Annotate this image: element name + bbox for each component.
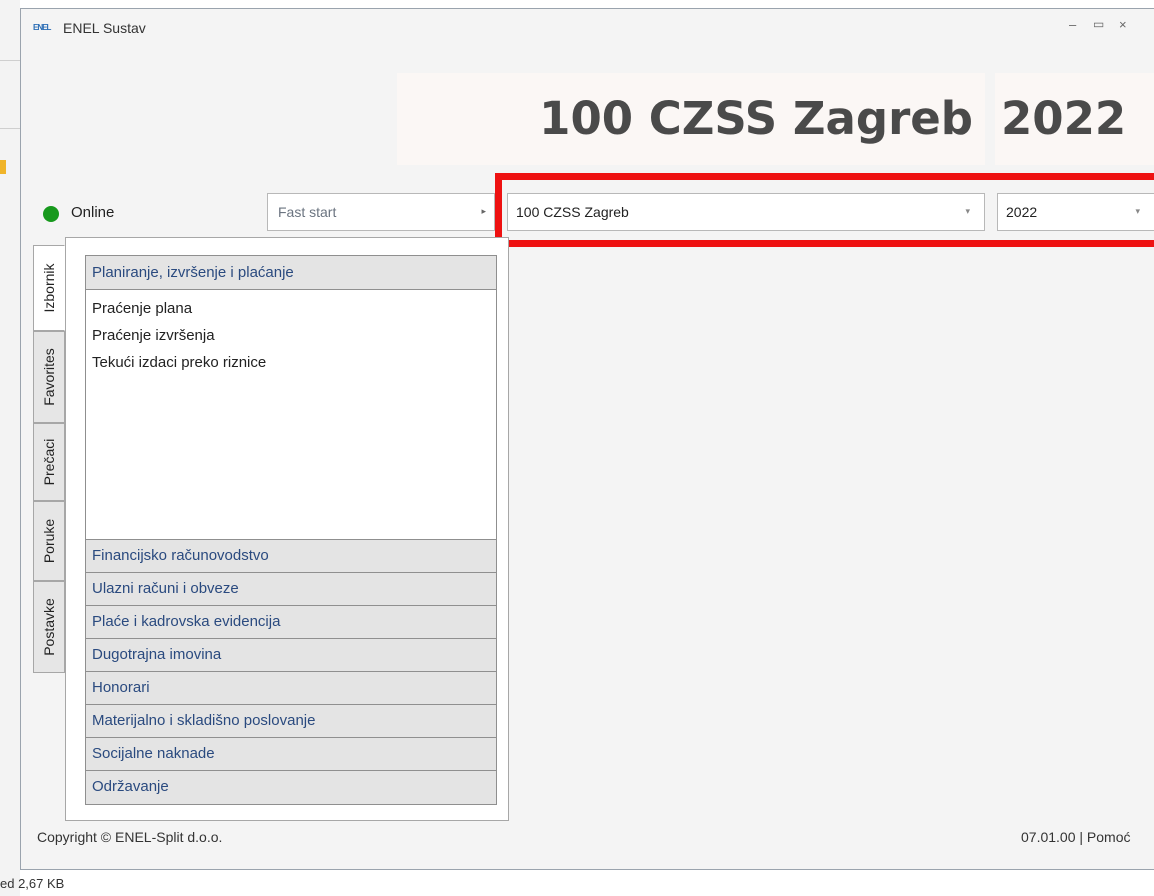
app-window: ENEL ENEL Sustav – ▭ × 100 CZSS Zagreb 2… xyxy=(20,8,1154,870)
tab-favorites[interactable]: Favorites xyxy=(33,331,65,423)
menu-item[interactable]: Praćenje izvršenja xyxy=(92,325,496,352)
divider xyxy=(0,60,20,61)
title-bar: ENEL ENEL Sustav – ▭ × xyxy=(21,9,1154,47)
divider xyxy=(0,128,20,129)
online-status-icon xyxy=(43,206,59,222)
organization-header: 100 CZSS Zagreb xyxy=(397,73,985,165)
tab-precaci[interactable]: Prečaci xyxy=(33,423,65,501)
tab-label: Izbornik xyxy=(41,263,57,313)
online-status-label: Online xyxy=(71,204,115,221)
tab-postavke[interactable]: Postavke xyxy=(33,581,65,673)
menu-section-header[interactable]: Dugotrajna imovina xyxy=(86,639,496,672)
menu-section-header[interactable]: Financijsko računovodstvo xyxy=(86,540,496,573)
tab-label: Poruke xyxy=(41,518,57,564)
tab-label: Favorites xyxy=(41,348,57,406)
window-title: ENEL Sustav xyxy=(63,20,146,36)
fast-start-arrow-icon[interactable]: ▸ xyxy=(481,206,486,217)
background-file-info: ed 2,67 KB xyxy=(0,876,65,891)
year-header: 2022 xyxy=(995,73,1154,165)
fast-start-placeholder: Fast start xyxy=(278,204,337,220)
menu-panel: Planiranje, izvršenje i plaćanje Praćenj… xyxy=(65,237,509,821)
tab-poruke[interactable]: Poruke xyxy=(33,501,65,581)
tab-label: Postavke xyxy=(41,598,57,656)
copyright-text: Copyright © ENEL-Split d.o.o. xyxy=(37,829,223,845)
fast-start-input[interactable]: Fast start ▸ xyxy=(267,193,495,231)
menu-items-list: Praćenje plana Praćenje izvršenja Tekući… xyxy=(86,290,496,540)
maximize-button[interactable]: ▭ xyxy=(1093,17,1104,31)
menu-item[interactable]: Tekući izdaci preko riznice xyxy=(92,352,496,379)
version-help-link[interactable]: 07.01.00 | Pomoć xyxy=(1021,829,1130,845)
menu-section-header[interactable]: Plaće i kadrovska evidencija xyxy=(86,606,496,639)
menu-section-header[interactable]: Socijalne naknade xyxy=(86,738,496,771)
menu-section-header[interactable]: Ulazni računi i obveze xyxy=(86,573,496,606)
menu-section-header[interactable]: Održavanje xyxy=(86,771,496,804)
desktop-accent xyxy=(0,160,6,174)
menu-section-header[interactable]: Honorari xyxy=(86,672,496,705)
menu-item[interactable]: Praćenje plana xyxy=(92,298,496,325)
tab-label: Prečaci xyxy=(41,438,57,486)
menu-accordion: Planiranje, izvršenje i plaćanje Praćenj… xyxy=(85,255,497,805)
menu-section-header[interactable]: Materijalno i skladišno poslovanje xyxy=(86,705,496,738)
desktop-left-strip xyxy=(0,0,20,896)
menu-section-header-active[interactable]: Planiranje, izvršenje i plaćanje xyxy=(86,256,496,290)
minimize-button[interactable]: – xyxy=(1069,17,1076,32)
app-logo-icon: ENEL xyxy=(33,23,51,32)
selector-highlight-frame xyxy=(495,173,1154,247)
close-button[interactable]: × xyxy=(1119,17,1127,32)
tab-izbornik[interactable]: Izbornik xyxy=(33,245,65,331)
